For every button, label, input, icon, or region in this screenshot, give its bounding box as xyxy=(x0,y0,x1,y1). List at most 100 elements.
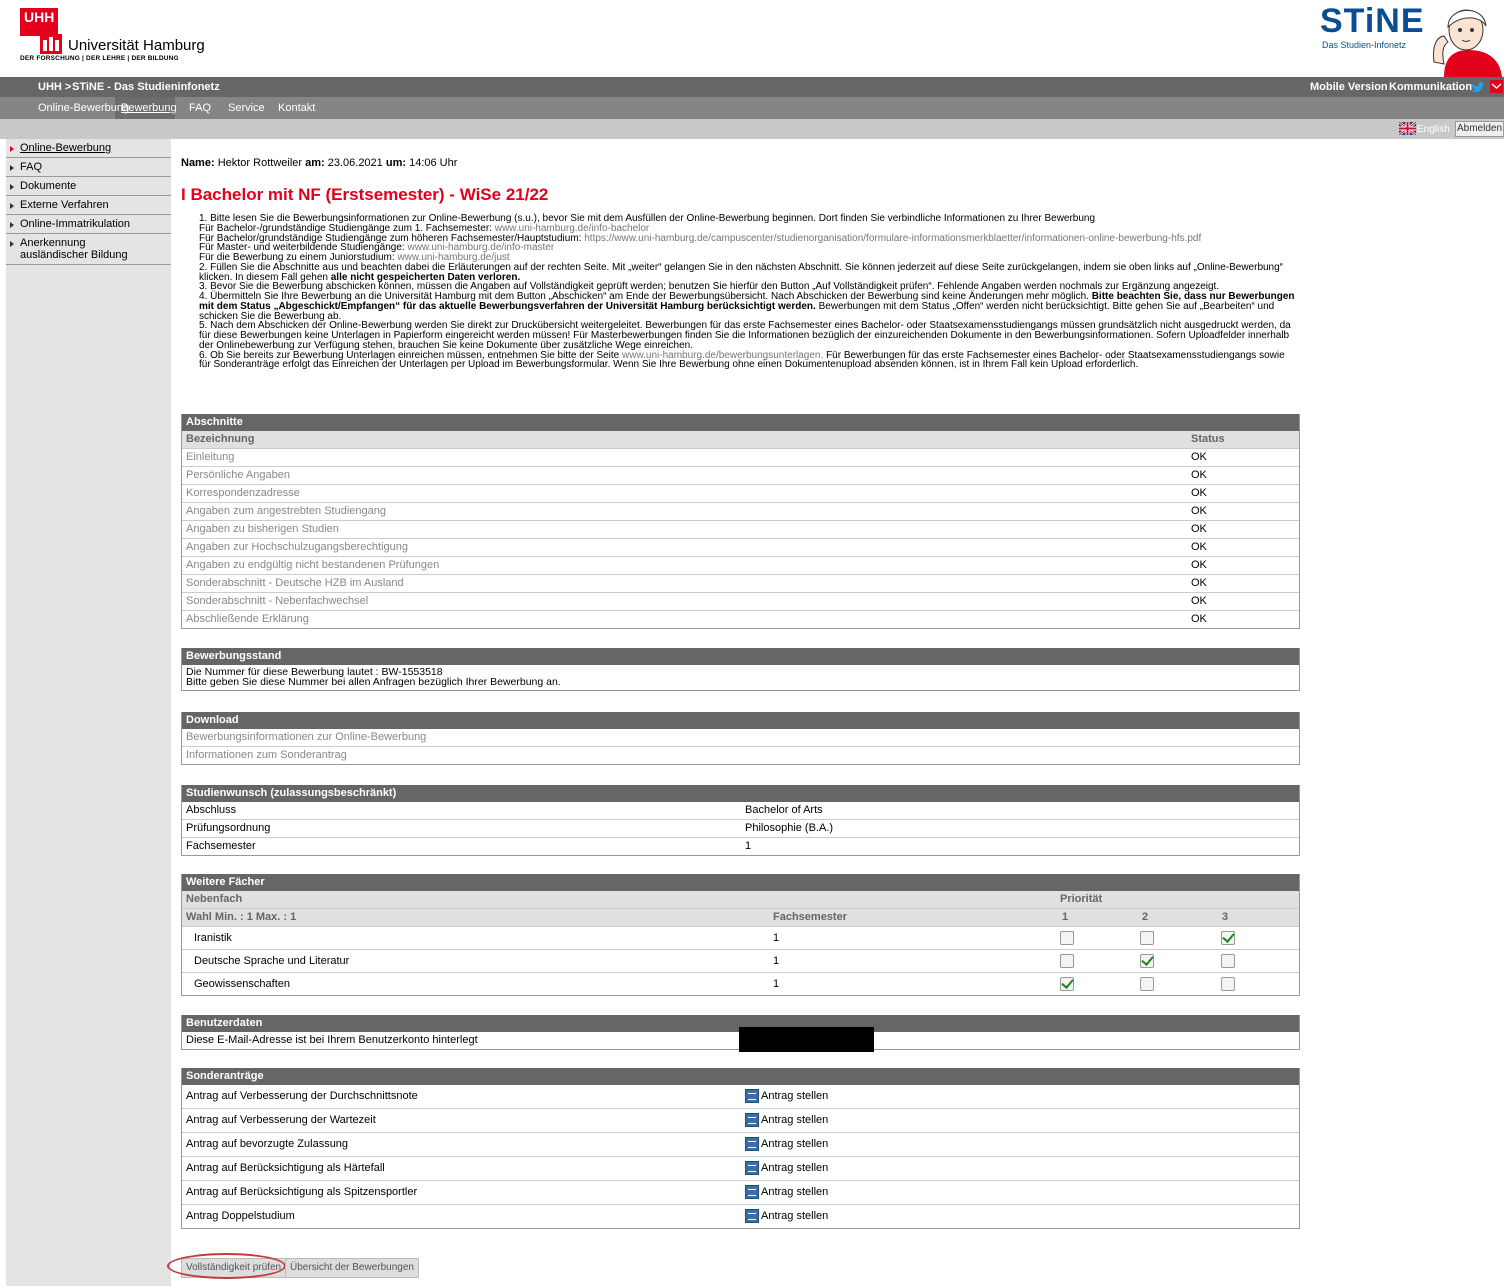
antrag-stellen-link[interactable]: Antrag stellen xyxy=(761,1205,828,1228)
section-link[interactable]: Angaben zu bisherigen Studien xyxy=(186,523,339,535)
stine-logo[interactable]: STiNE Das Studien-Infonetz xyxy=(1320,2,1504,77)
nav-faq[interactable]: FAQ xyxy=(189,102,211,114)
col-prio-1: 1 xyxy=(1062,911,1069,923)
antrag-stellen-link[interactable]: Antrag stellen xyxy=(761,1157,828,1180)
breadcrumb-uhh[interactable]: UHH > xyxy=(38,81,71,93)
priority-3-checkbox[interactable] xyxy=(1221,931,1235,945)
sidebar-item-label: Dokumente xyxy=(20,180,77,192)
section-link[interactable]: Sonderabschnitt - Deutsche HZB im Auslan… xyxy=(186,577,404,589)
application-number-note: Bitte geben Sie diese Nummer bei allen A… xyxy=(186,676,561,688)
abschnitte-box: Abschnitte Bezeichnung Status Einleitung… xyxy=(181,414,1300,629)
section-status: OK xyxy=(1191,559,1207,571)
email-label: Diese E-Mail-Adresse ist bei Ihrem Benut… xyxy=(186,1034,478,1046)
bewerbungsstand-header: Bewerbungsstand xyxy=(182,648,1299,665)
arrow-right-icon xyxy=(10,203,14,209)
antrag-name: Antrag auf bevorzugte Zulassung xyxy=(186,1138,349,1150)
download-link-bewerbungsinfo[interactable]: Bewerbungsinformationen zur Online-Bewer… xyxy=(186,731,426,743)
sonderantraege-box: Sonderanträge Antrag auf Verbesserung de… xyxy=(181,1068,1300,1229)
breadcrumb-stine[interactable]: STiNE - Das Studieninfonetz xyxy=(72,81,220,93)
priority-3-checkbox[interactable] xyxy=(1221,954,1235,968)
col-prio-2: 2 xyxy=(1142,911,1149,923)
table-row: Abschließende Erklärung OK xyxy=(182,610,1299,628)
table-row: Angaben zu endgültig nicht bestandenen P… xyxy=(182,556,1299,574)
sidebar-item-externe-verfahren[interactable]: Externe Verfahren xyxy=(6,196,171,215)
antrag-row: Antrag auf Verbesserung der Wartezeit An… xyxy=(182,1108,1299,1132)
sidebar-item-dokumente[interactable]: Dokumente xyxy=(6,177,171,196)
antrag-name: Antrag auf Berücksichtigung als Härtefal… xyxy=(186,1162,385,1174)
edit-form-icon[interactable] xyxy=(745,1137,759,1151)
download-link-sonderantrag[interactable]: Informationen zum Sonderantrag xyxy=(186,749,347,761)
abschnitte-header: Abschnitte xyxy=(182,414,1299,431)
priority-1-checkbox[interactable] xyxy=(1060,931,1074,945)
sidebar-item-anerkennung[interactable]: Anerkennung ausländischer Bildung xyxy=(6,234,171,265)
user-info-line: Name: Hektor Rottweiler am: 23.06.2021 u… xyxy=(181,157,457,169)
priority-1-checkbox[interactable] xyxy=(1060,954,1074,968)
english-link[interactable]: English xyxy=(1417,124,1450,135)
section-link[interactable]: Angaben zu endgültig nicht bestandenen P… xyxy=(186,559,439,571)
studienwunsch-header: Studienwunsch (zulassungsbeschränkt) xyxy=(182,785,1299,802)
antrag-stellen-link[interactable]: Antrag stellen xyxy=(761,1181,828,1204)
edit-form-icon[interactable] xyxy=(745,1089,759,1103)
antrag-stellen-link[interactable]: Antrag stellen xyxy=(761,1109,828,1132)
nav-bewerbung[interactable]: Bewerbung xyxy=(121,102,177,114)
nebenfach-name: Geowissenschaften xyxy=(194,978,290,990)
uk-flag-icon[interactable] xyxy=(1399,122,1416,135)
sidebar-item-faq[interactable]: FAQ xyxy=(6,158,171,177)
instructions: 1. Bitte lesen Sie die Bewerbungsinforma… xyxy=(199,214,1299,370)
edit-form-icon[interactable] xyxy=(745,1209,759,1223)
table-row: Fachsemester 1 xyxy=(182,837,1299,855)
sidebar-item-label: Externe Verfahren xyxy=(20,199,109,211)
section-link[interactable]: Korrespondenzadresse xyxy=(186,487,300,499)
edit-form-icon[interactable] xyxy=(745,1185,759,1199)
priority-3-checkbox[interactable] xyxy=(1221,977,1235,991)
twitter-icon[interactable] xyxy=(1470,80,1484,94)
section-link[interactable]: Angaben zum angestrebten Studiengang xyxy=(186,505,386,517)
antrag-stellen-link[interactable]: Antrag stellen xyxy=(761,1085,828,1108)
login-date: 23.06.2021 xyxy=(327,157,383,169)
studienwunsch-box: Studienwunsch (zulassungsbeschränkt) Abs… xyxy=(181,785,1300,856)
priority-2-checkbox[interactable] xyxy=(1140,931,1154,945)
section-status: OK xyxy=(1191,541,1207,553)
priority-2-checkbox[interactable] xyxy=(1140,954,1154,968)
applications-overview-button[interactable]: Übersicht der Bewerbungen xyxy=(285,1258,419,1278)
nav-kontakt[interactable]: Kontakt xyxy=(278,102,315,114)
row-label: Prüfungsordnung xyxy=(186,822,271,834)
row-label: Abschluss xyxy=(186,804,237,816)
section-link[interactable]: Angaben zur Hochschulzugangsberechtigung xyxy=(186,541,408,553)
edit-form-icon[interactable] xyxy=(745,1161,759,1175)
sub-bar: English Abmelden xyxy=(0,119,1504,139)
section-link[interactable]: Sonderabschnitt - Nebenfachwechsel xyxy=(186,595,368,607)
antrag-stellen-link[interactable]: Antrag stellen xyxy=(761,1133,828,1156)
section-link[interactable]: Abschließende Erklärung xyxy=(186,613,309,625)
section-link[interactable]: Einleitung xyxy=(186,451,234,463)
weitere-faecher-header: Weitere Fächer xyxy=(182,874,1299,891)
table-row: Prüfungsordnung Philosophie (B.A.) xyxy=(182,819,1299,837)
download-row: Bewerbungsinformationen zur Online-Bewer… xyxy=(182,729,1299,746)
priority-2-checkbox[interactable] xyxy=(1140,977,1154,991)
arrow-right-icon xyxy=(10,165,14,171)
table-row: Korrespondenzadresse OK xyxy=(182,484,1299,502)
mail-icon[interactable] xyxy=(1490,80,1503,93)
nav-online-bewerbung[interactable]: Online-Bewerbung xyxy=(38,102,129,114)
nebenfach-fs: 1 xyxy=(773,978,780,990)
nebenfach-row: Iranistik 1 xyxy=(182,926,1299,949)
logout-button[interactable]: Abmelden xyxy=(1455,121,1504,137)
sidebar-item-online-bewerbung[interactable]: Online-Bewerbung xyxy=(6,139,171,158)
antrag-name: Antrag auf Verbesserung der Wartezeit xyxy=(186,1114,376,1126)
table-row: Angaben zu bisherigen Studien OK xyxy=(182,520,1299,538)
redacted-email xyxy=(739,1027,874,1052)
kommunikation-link[interactable]: Kommunikation xyxy=(1389,81,1472,93)
uhh-name: Universität Hamburg xyxy=(68,37,205,54)
section-link[interactable]: Persönliche Angaben xyxy=(186,469,290,481)
edit-form-icon[interactable] xyxy=(745,1113,759,1127)
mobile-version-link[interactable]: Mobile Version xyxy=(1310,81,1388,93)
nav-service[interactable]: Service xyxy=(228,102,265,114)
name-label: Name: xyxy=(181,157,215,169)
uhh-logo[interactable]: UHH Universität Hamburg DER FORSCHUNG | … xyxy=(20,8,205,68)
row-value: Philosophie (B.A.) xyxy=(745,822,834,834)
priority-1-checkbox[interactable] xyxy=(1060,977,1074,991)
nebenfach-name: Deutsche Sprache und Literatur xyxy=(194,955,350,967)
info-hfs-link[interactable]: https://www.uni-hamburg.de/campuscenter/… xyxy=(584,233,1201,244)
table-row: Angaben zum angestrebten Studiengang OK xyxy=(182,502,1299,520)
sidebar-item-online-immatrikulation[interactable]: Online-Immatrikulation xyxy=(6,215,171,234)
